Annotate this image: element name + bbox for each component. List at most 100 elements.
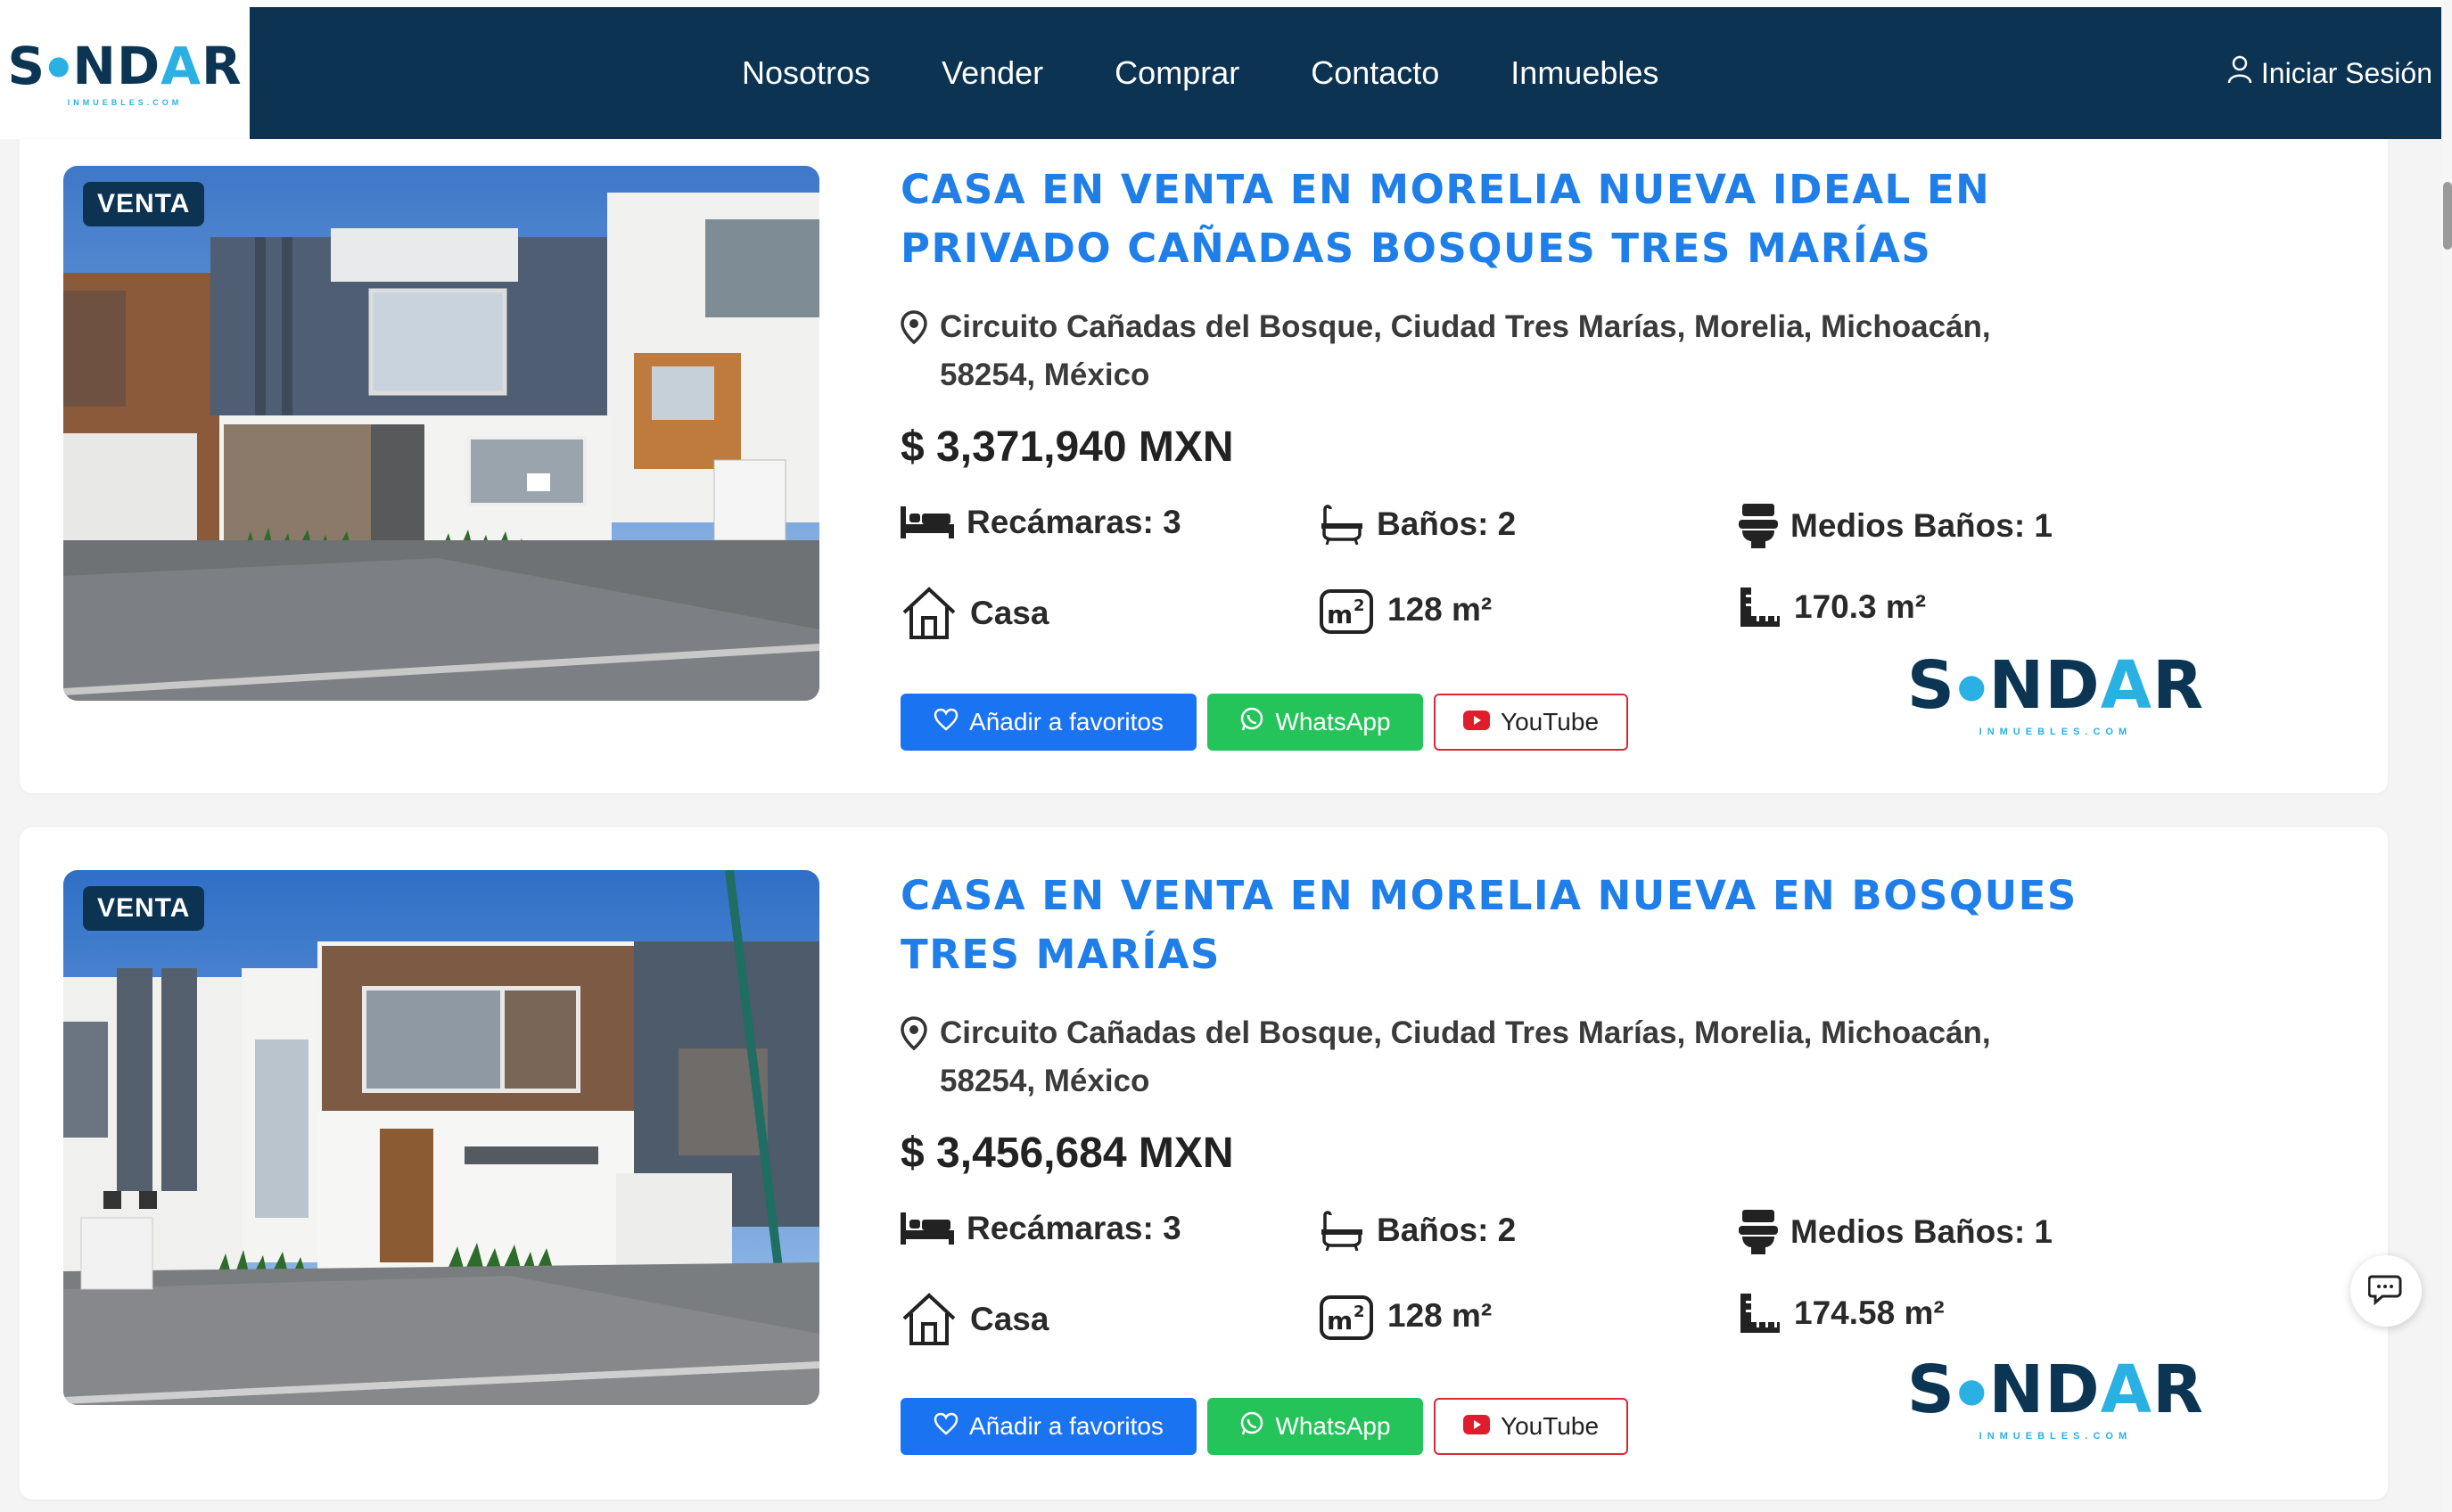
- whatsapp-label: WhatsApp: [1275, 1412, 1391, 1440]
- listing-info: CASA EN VENTA EN MORELIA NUEVA EN BOSQUE…: [901, 867, 2078, 1370]
- whatsapp-button[interactable]: WhatsApp: [1207, 694, 1423, 751]
- bedrooms-text: Recámaras: 3: [967, 504, 1181, 540]
- brand-letters: ND: [1988, 647, 2101, 724]
- brand-letters: A: [2100, 647, 2153, 724]
- svg-text:m: m: [1327, 1306, 1353, 1335]
- brand-letters: A: [160, 35, 202, 96]
- feature-lot-area: 174.58 m²: [1739, 1292, 1945, 1335]
- toilet-icon: [1739, 1210, 1778, 1254]
- nav-nosotros[interactable]: Nosotros: [742, 54, 870, 92]
- feature-lot-area: 170.3 m²: [1739, 586, 1926, 629]
- brand-letters: S: [1906, 647, 1956, 724]
- brand-wordmark: S ● ND A R: [7, 40, 242, 92]
- brand-letters: R: [2152, 647, 2204, 724]
- nav-vender[interactable]: Vender: [942, 54, 1043, 92]
- youtube-label: YouTube: [1500, 708, 1600, 735]
- listing-price: $ 3,371,940 MXN: [901, 423, 1234, 471]
- listing-photo[interactable]: VENTA: [63, 870, 819, 1405]
- top-strip: [0, 0, 2452, 7]
- listing-price: $ 3,456,684 MXN: [901, 1130, 1234, 1177]
- bathrooms-text: Baños: 2: [1377, 1212, 1517, 1248]
- nav-inmuebles[interactable]: Inmuebles: [1510, 54, 1658, 92]
- address-text: Circuito Cañadas del Bosque, Ciudad Tres…: [940, 1015, 1991, 1098]
- type-text: Casa: [970, 595, 1049, 631]
- feature-built-area: m2 128 m²: [1320, 1292, 1492, 1340]
- favorite-label: Añadir a favoritos: [969, 1412, 1164, 1440]
- card-brand-logo: S ● ND A R INMUEBLES.COM: [1907, 653, 2204, 737]
- feature-built-area: m2 128 m²: [1320, 586, 1492, 634]
- feature-bathrooms: Baños: 2: [1320, 1210, 1516, 1251]
- card-brand-logo: S ● ND A R INMUEBLES.COM: [1907, 1357, 2204, 1442]
- address-text: Circuito Cañadas del Bosque, Ciudad Tres…: [940, 309, 1991, 392]
- house-icon: [901, 586, 958, 641]
- page-scrollbar[interactable]: [2441, 0, 2452, 1512]
- listing-actions: Añadir a favoritos WhatsApp YouTube: [901, 694, 1628, 751]
- youtube-button[interactable]: YouTube: [1434, 694, 1628, 751]
- heart-icon: [934, 708, 959, 737]
- whatsapp-icon: [1239, 707, 1264, 738]
- nav-links: Nosotros Vender Comprar Contacto Inmuebl…: [742, 7, 1730, 139]
- brand-letters: ND: [1988, 1352, 2101, 1428]
- svg-text:2: 2: [1354, 1302, 1365, 1321]
- map-pin-icon: [901, 303, 931, 399]
- youtube-label: YouTube: [1500, 1412, 1600, 1440]
- listing-badge: VENTA: [83, 182, 205, 226]
- half-baths-text: Medios Baños: 1: [1790, 507, 2053, 544]
- heart-icon: [934, 1412, 959, 1442]
- ruler-icon: [1739, 1292, 1781, 1335]
- login-button[interactable]: Iniciar Sesión: [2227, 7, 2432, 139]
- lot-area-text: 170.3 m²: [1794, 588, 1927, 625]
- brand-letters: S: [7, 35, 46, 96]
- header-logo[interactable]: S ● ND A R INMUEBLES.COM: [0, 7, 250, 139]
- feature-type: Casa: [901, 586, 1049, 641]
- map-pin-icon: [901, 1009, 931, 1105]
- ruler-icon: [1739, 586, 1781, 629]
- feature-type: Casa: [901, 1292, 1049, 1347]
- add-favorite-button[interactable]: Añadir a favoritos: [901, 1398, 1197, 1455]
- listing-features: Recámaras: 3 Baños: 2 Medios Baños: 1 Ca…: [901, 504, 2078, 664]
- scrollbar-thumb[interactable]: [2443, 182, 2452, 250]
- brand-tagline: INMUEBLES.COM: [1979, 727, 2133, 737]
- listing-card: VENTA CASA EN VENTA EN MORELIA NUEVA EN …: [20, 827, 2388, 1500]
- nav-contacto[interactable]: Contacto: [1311, 54, 1439, 92]
- brand-letters: R: [202, 35, 243, 96]
- svg-text:m: m: [1327, 600, 1353, 629]
- listing-title[interactable]: CASA EN VENTA EN MORELIA NUEVA IDEAL EN …: [901, 160, 2078, 278]
- type-text: Casa: [970, 1301, 1049, 1337]
- brand-wordmark: S ● ND A R: [1907, 653, 2204, 719]
- chat-button[interactable]: [2350, 1255, 2422, 1327]
- user-icon: [2227, 55, 2252, 91]
- feature-bathrooms: Baños: 2: [1320, 504, 1516, 545]
- listing-address: Circuito Cañadas del Bosque, Ciudad Tres…: [901, 1009, 2078, 1105]
- brand-letters: S: [1906, 1352, 1956, 1428]
- add-favorite-button[interactable]: Añadir a favoritos: [901, 694, 1197, 751]
- whatsapp-button[interactable]: WhatsApp: [1207, 1398, 1423, 1455]
- nav-comprar[interactable]: Comprar: [1115, 54, 1239, 92]
- m2-icon: m2: [1320, 586, 1375, 634]
- house-icon: [901, 1292, 958, 1347]
- youtube-icon: [1462, 708, 1490, 736]
- svg-text:2: 2: [1354, 596, 1365, 615]
- feature-bedrooms: Recámaras: 3: [901, 1210, 1181, 1247]
- listing-card: VENTA CASA EN VENTA EN MORELIA NUEVA IDE…: [20, 139, 2388, 793]
- favorite-label: Añadir a favoritos: [969, 708, 1164, 735]
- whatsapp-label: WhatsApp: [1275, 708, 1391, 735]
- m2-icon: m2: [1320, 1292, 1375, 1340]
- listing-features: Recámaras: 3 Baños: 2 Medios Baños: 1 Ca…: [901, 1210, 2078, 1370]
- listing-info: CASA EN VENTA EN MORELIA NUEVA IDEAL EN …: [901, 160, 2078, 664]
- brand-wordmark: S ● ND A R: [1907, 1357, 2204, 1423]
- brand-dot: ●: [1957, 1370, 1987, 1409]
- bed-icon: [901, 1211, 954, 1246]
- brand-letters: A: [2100, 1352, 2153, 1428]
- brand-dot: ●: [1957, 666, 1987, 705]
- listing-title[interactable]: CASA EN VENTA EN MORELIA NUEVA EN BOSQUE…: [901, 867, 2078, 984]
- built-area-text: 128 m²: [1387, 591, 1493, 628]
- youtube-button[interactable]: YouTube: [1434, 1398, 1628, 1455]
- bathtub-icon: [1320, 504, 1364, 545]
- feature-half-baths: Medios Baños: 1: [1739, 504, 2053, 548]
- lot-area-text: 174.58 m²: [1794, 1294, 1945, 1331]
- brand-dot: ●: [47, 50, 71, 80]
- brand-tagline: INMUEBLES.COM: [1979, 1431, 2133, 1442]
- listing-photo[interactable]: VENTA: [63, 166, 819, 701]
- listing-badge: VENTA: [83, 886, 205, 931]
